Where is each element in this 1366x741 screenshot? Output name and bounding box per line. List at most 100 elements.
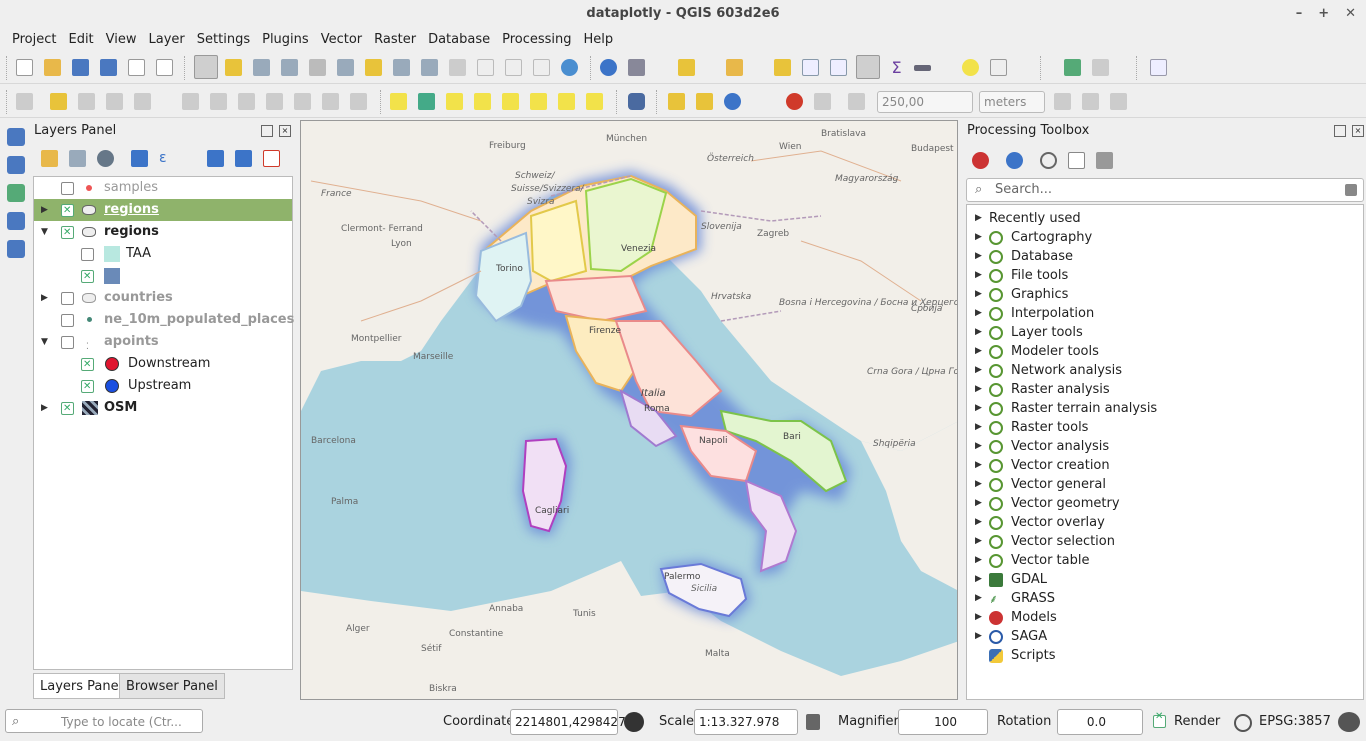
collapse-arrow-icon[interactable]: ▼	[41, 221, 51, 243]
minimize-button[interactable]: –	[1296, 0, 1303, 28]
layout-manager-icon[interactable]	[156, 59, 173, 76]
zoom-in-icon[interactable]	[253, 59, 270, 76]
models-icon[interactable]	[972, 152, 989, 169]
copy-features-icon[interactable]	[266, 93, 283, 110]
save-as-icon[interactable]	[100, 59, 117, 76]
lock-scale-icon[interactable]	[806, 714, 820, 730]
undo-icon[interactable]	[322, 93, 339, 110]
change-label-icon[interactable]	[586, 93, 603, 110]
expand-arrow-icon[interactable]: ▶	[975, 380, 982, 399]
show-label-icon[interactable]	[502, 93, 519, 110]
attribute-table-icon[interactable]	[802, 59, 819, 76]
menu-raster[interactable]: Raster	[368, 32, 422, 47]
deselect-icon[interactable]	[774, 59, 791, 76]
scale-combo[interactable]: 1:13.327.978	[694, 709, 798, 735]
layer-checkbox[interactable]	[61, 336, 74, 349]
menu-vector[interactable]: Vector	[315, 32, 368, 47]
menu-layer[interactable]: Layer	[143, 32, 191, 47]
collapse-arrow-icon[interactable]: ▼	[41, 331, 51, 353]
menu-edit[interactable]: Edit	[62, 32, 99, 47]
clear-search-icon[interactable]	[1345, 184, 1357, 196]
expand-arrow-icon[interactable]: ▶	[975, 342, 982, 361]
crs-button[interactable]: EPSG:3857	[1259, 714, 1331, 729]
plugin-icon[interactable]	[1064, 59, 1081, 76]
layer-row-regions[interactable]: ▼ regions	[34, 221, 292, 244]
map-svg[interactable]: Freiburg München Wien Bratislava Budapes…	[301, 121, 958, 700]
pan-map-icon[interactable]	[194, 55, 218, 79]
field-calculator-icon[interactable]	[830, 59, 847, 76]
topology-icon[interactable]	[1054, 93, 1071, 110]
current-edits-icon[interactable]	[16, 93, 33, 110]
self-snap-icon[interactable]	[1110, 93, 1127, 110]
expand-arrow-icon[interactable]: ▶	[975, 304, 982, 323]
map-tips-icon[interactable]	[962, 59, 979, 76]
processing-toolbox-icon[interactable]	[856, 55, 880, 79]
layer-checkbox[interactable]	[61, 292, 74, 305]
coordinate-input[interactable]: 2214801,4298427	[510, 709, 626, 735]
action-icon[interactable]	[628, 59, 645, 76]
coordinate-toggle-icon[interactable]	[624, 712, 644, 732]
close-button[interactable]: ✕	[1345, 0, 1356, 28]
vertex-tool-icon[interactable]	[134, 93, 151, 110]
expand-arrow-icon[interactable]: ▶	[975, 266, 982, 285]
python-console-icon[interactable]	[668, 93, 685, 110]
layer-checkbox[interactable]	[61, 182, 74, 195]
expand-arrow-icon[interactable]: ▶	[975, 418, 982, 437]
filter-legend-icon[interactable]	[131, 150, 148, 167]
expand-arrow-icon[interactable]: ▶	[975, 228, 982, 247]
zoom-layer-icon[interactable]	[393, 59, 410, 76]
legend-item-taa[interactable]: TAA	[34, 243, 292, 265]
diagram-tool-icon[interactable]	[418, 93, 435, 110]
expand-arrow-icon[interactable]: ▶	[975, 361, 982, 380]
snap-type-icon[interactable]	[814, 93, 831, 110]
expand-arrow-icon[interactable]: ▶	[975, 323, 982, 342]
crs-globe-icon[interactable]	[1234, 714, 1252, 732]
layer-row-countries[interactable]: ▶ countries	[34, 287, 292, 309]
save-edits-icon[interactable]	[78, 93, 95, 110]
map-canvas[interactable]: Freiburg München Wien Bratislava Budapes…	[300, 120, 958, 700]
zoom-next-icon[interactable]	[477, 59, 494, 76]
expand-arrow-icon[interactable]: ▶	[975, 494, 982, 513]
float-panel-button[interactable]	[1334, 125, 1346, 137]
collapse-all-icon[interactable]	[235, 150, 252, 167]
annotation-icon[interactable]	[990, 59, 1007, 76]
tolerance-input[interactable]: 250,00	[877, 91, 973, 113]
layer-row-populated-places[interactable]: ne_10m_populated_places [7...	[34, 309, 329, 331]
layer-row-samples[interactable]: samples	[34, 177, 292, 199]
tab-browser-panel[interactable]: Browser Panel	[119, 673, 225, 699]
add-vector-icon[interactable]	[7, 128, 25, 146]
history-clock-icon[interactable]	[1040, 152, 1057, 169]
plugin-icon-2[interactable]	[1092, 59, 1109, 76]
label-tool-icon[interactable]	[390, 93, 407, 110]
expand-arrow-icon[interactable]: ▶	[975, 627, 982, 646]
cut-features-icon[interactable]	[238, 93, 255, 110]
identify-icon[interactable]	[600, 59, 617, 76]
intersection-icon[interactable]	[1082, 93, 1099, 110]
legend-checkbox[interactable]	[81, 266, 94, 288]
new-map-view-icon[interactable]	[505, 59, 522, 76]
rotate-label-icon[interactable]	[558, 93, 575, 110]
history-icon[interactable]	[724, 93, 741, 110]
menu-database[interactable]: Database	[422, 32, 496, 47]
expand-arrow-icon[interactable]: ▶	[975, 589, 982, 608]
expand-arrow-icon[interactable]: ▶	[975, 437, 982, 456]
statistics-sum-icon[interactable]: Σ	[888, 59, 905, 76]
messages-icon[interactable]	[1338, 712, 1360, 732]
select-features-icon[interactable]	[678, 59, 695, 76]
save-project-icon[interactable]	[72, 59, 89, 76]
add-delimited-icon[interactable]	[7, 184, 25, 202]
zoom-last-icon[interactable]	[449, 59, 466, 76]
snapping-icon[interactable]	[786, 93, 803, 110]
layer-checkbox[interactable]	[61, 314, 74, 327]
expand-arrow-icon[interactable]: ▶	[41, 397, 51, 419]
add-group-icon[interactable]	[69, 150, 86, 167]
pin-label-icon[interactable]	[474, 93, 491, 110]
locator-input[interactable]: ⌕ Type to locate (Ctr...	[5, 709, 203, 733]
units-select[interactable]: meters	[979, 91, 1045, 113]
legend-item-downstream[interactable]: Downstream	[34, 353, 292, 376]
expand-arrow-icon[interactable]: ▶	[975, 209, 982, 228]
expand-arrow-icon[interactable]: ▶	[41, 199, 51, 221]
remove-layer-icon[interactable]	[263, 150, 280, 167]
layer-checkbox[interactable]	[61, 398, 74, 420]
float-panel-button[interactable]	[261, 125, 273, 137]
